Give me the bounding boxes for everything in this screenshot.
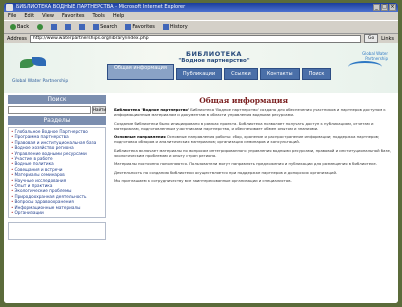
links-button[interactable]: Links [381,36,394,42]
home-icon [79,24,86,30]
partner-logo[interactable]: Global Water Partnership [348,51,388,77]
browser-window: БИБЛИОТЕКА ВОДНЫЕ ПАРТНЕРСТВА - Microsof… [4,3,398,303]
maximize-button[interactable]: □ [381,4,388,11]
history-button[interactable]: History [161,23,190,32]
home-button[interactable] [77,23,87,32]
content-paragraph: Деятельность по созданию библиотеки осущ… [114,170,392,175]
search-button[interactable]: Search [91,23,119,32]
star-icon [125,24,132,30]
paragraph-text: Мы приглашаем к сотрудничеству все заинт… [114,177,292,183]
content-paragraph: Основные направления Основные направлени… [114,134,392,145]
content-paragraph: Материалы постоянно пополняются. Пользов… [114,161,392,166]
forward-button[interactable] [35,23,45,32]
content-paragraph: Мы приглашаем к сотрудничеству все заинт… [114,178,392,183]
content-paragraph: Библиотека 'Водное партнерство' Библиоте… [114,107,392,118]
menu-bar: File Edit View Favorites Tools Help [4,12,398,20]
history-icon [162,24,169,30]
menu-tools[interactable]: Tools [93,12,105,20]
favorites-button[interactable]: Favorites [123,23,157,32]
site-title-line1: БИБЛИОТЕКА [186,50,242,58]
nav-search[interactable]: Поиск [301,68,332,80]
go-button[interactable]: Go [364,34,379,43]
nav-contacts[interactable]: Контакты [259,68,300,80]
site-banner: Global Water Partnership БИБЛИОТЕКА "Вод… [4,43,398,94]
close-button[interactable]: × [389,4,396,11]
forward-arrow-icon [37,24,44,30]
back-button[interactable]: Back [8,23,31,32]
menu-edit[interactable]: Edit [24,12,34,20]
refresh-icon [65,24,72,30]
site-search-input[interactable] [8,106,91,114]
sections-list: Глобальное Водное Партнерство Программа … [8,127,106,218]
search-box-title: Поиск [8,95,106,104]
paragraph-lead: Основные направления [114,134,166,140]
search-form: Найти [8,106,106,114]
swoosh-icon [348,61,382,73]
address-label: Address [7,35,27,42]
paragraph-lead: Библиотека 'Водное партнерство' [114,107,189,112]
menu-favorites[interactable]: Favorites [62,12,85,20]
address-input[interactable]: http://www.waterpartnerships.org/library… [29,34,362,43]
back-arrow-icon [10,24,16,30]
paragraph-text: Деятельность по созданию библиотеки осущ… [114,169,338,175]
search-icon [93,24,100,30]
site-title: БИБЛИОТЕКА "Водное партнерство" [134,50,294,64]
minimize-button[interactable]: _ [373,4,380,11]
sidebar: Поиск Найти Разделы Глобальное Водное Па… [4,93,110,303]
sections-title: Разделы [8,116,106,125]
section-link[interactable]: Организации [11,210,103,215]
content-paragraph: Библиотека включает материалы по вопроса… [114,148,392,159]
gwp-logo[interactable]: Global Water Partnership [12,55,68,84]
main-content: Общая информация Библиотека 'Водное парт… [110,93,398,303]
title-bar: БИБЛИОТЕКА ВОДНЫЕ ПАРТНЕРСТВА - Microsof… [4,3,398,12]
stop-icon [51,24,58,30]
page-title: Общая информация [199,96,288,105]
nav-general-info[interactable]: Общая информация [107,64,174,80]
site-search-button[interactable]: Найти [92,106,106,114]
paragraph-text: Материалы постоянно пополняются. Пользов… [114,161,377,167]
paragraph-text: Создание библиотеки было инициировано в … [114,120,374,131]
menu-view[interactable]: View [42,12,54,20]
toolbar: Back Search Favorites History [4,20,398,34]
nav-publications[interactable]: Публикации [175,68,223,80]
web-page: Global Water Partnership БИБЛИОТЕКА "Вод… [4,43,398,303]
nav-links[interactable]: Ссылки [224,68,258,80]
ie-icon [6,4,13,11]
window-title: БИБЛИОТЕКА ВОДНЫЕ ПАРТНЕРСТВА - Microsof… [16,4,186,10]
refresh-button[interactable] [63,23,73,32]
stop-button[interactable] [49,23,59,32]
content-paragraph: Создание библиотеки было инициировано в … [114,121,392,132]
menu-file[interactable]: File [8,12,16,20]
left-logo-caption: Global Water Partnership [12,79,69,84]
menu-help[interactable]: Help [113,12,124,20]
right-logo-caption: Global Water Partnership [362,51,388,61]
address-bar: Address http://www.waterpartnerships.org… [4,34,398,43]
main-nav: Общая информация Публикации Ссылки Конта… [107,64,332,80]
sidebar-empty-box [8,221,106,240]
leaf-icon [32,57,46,66]
paragraph-text: Библиотека включает материалы по вопроса… [114,147,392,159]
